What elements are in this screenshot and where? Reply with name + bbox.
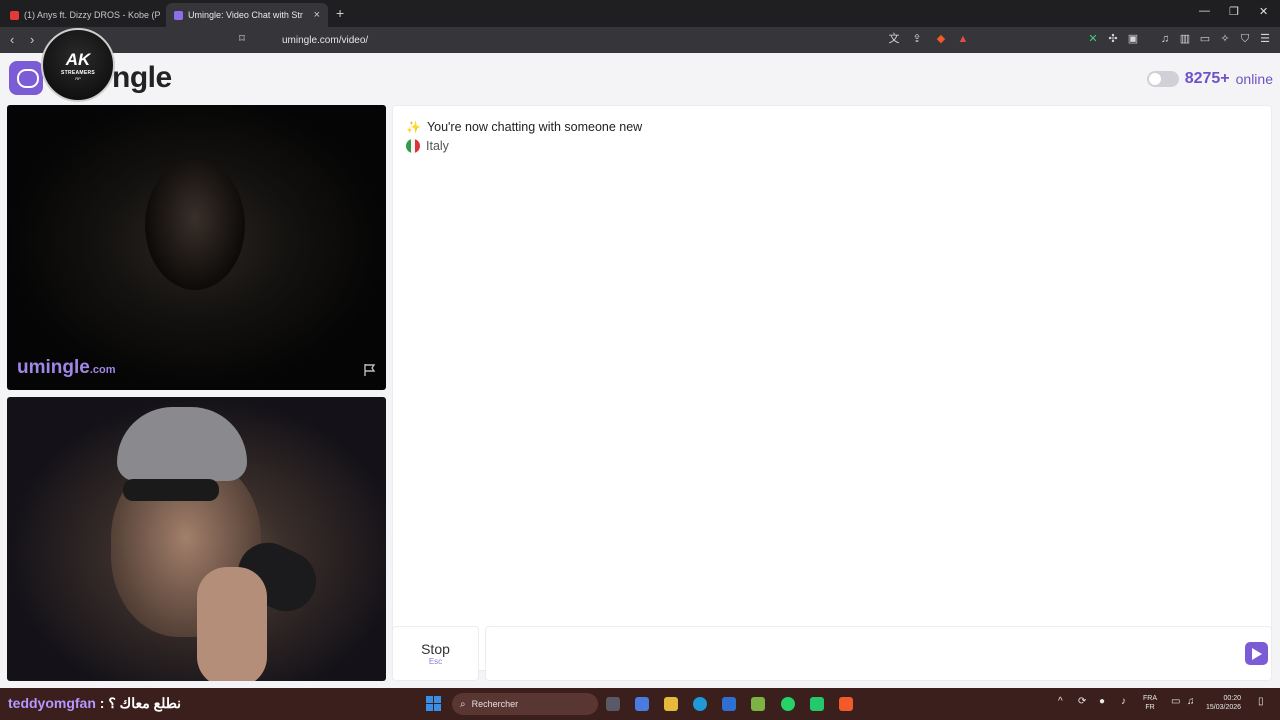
restore-window-icon[interactable]: ❐ — [1229, 5, 1239, 18]
app-icon[interactable] — [751, 697, 765, 711]
tab-music[interactable]: (1) Anys ft. Dizzy DROS - Kobe (P — [2, 3, 164, 27]
self-hand — [197, 567, 267, 681]
bookmark-icon[interactable]: ⌑ — [236, 33, 248, 45]
message-text: You're now chatting with someone new — [426, 120, 643, 134]
stop-label: Stop — [421, 641, 450, 657]
chat-ticker: teddyomgfan : نطلع معاك ؟ — [8, 695, 181, 712]
lang-line2: FR — [1145, 704, 1155, 711]
vpn-icon[interactable]: ⛉ — [1239, 33, 1251, 45]
share-icon[interactable]: ⇪ — [911, 33, 923, 45]
stranger-video: umingle.com — [7, 105, 386, 390]
stop-button[interactable]: Stop Esc — [392, 626, 479, 681]
tab-umingle[interactable]: Umingle: Video Chat with Str × — [166, 3, 328, 27]
extension-icon[interactable]: ✕ — [1087, 33, 1099, 45]
online-count: 8275+ — [1184, 70, 1230, 87]
self-video — [7, 397, 386, 681]
url-text[interactable]: umingle.com/video/ — [282, 35, 368, 46]
chat-log: ✨ You're now chatting with someone new I… — [392, 105, 1272, 671]
self-glasses — [123, 479, 219, 501]
video-brand-watermark: umingle.com — [17, 357, 116, 379]
badge-line2: RP — [75, 75, 81, 81]
message-input[interactable] — [485, 626, 1272, 681]
windows-start-icon[interactable] — [426, 696, 441, 711]
task-view-icon[interactable] — [606, 697, 620, 711]
clock-date: 15/03/2026 — [1206, 704, 1242, 711]
close-window-icon[interactable]: ✕ — [1259, 5, 1268, 18]
back-icon[interactable]: ‹ — [10, 32, 14, 47]
wallet-icon[interactable]: ▭ — [1199, 33, 1211, 45]
youtube-icon — [10, 10, 19, 20]
sparkle-icon: ✨ — [406, 120, 421, 134]
notification-icon[interactable]: ▯ — [1258, 696, 1264, 707]
translate-icon[interactable]: 文 — [888, 33, 900, 45]
stranger-face — [145, 160, 245, 290]
send-icon[interactable] — [1245, 642, 1268, 665]
sidebar-icon[interactable]: ▥ — [1179, 33, 1191, 45]
menu-icon[interactable]: ☰ — [1259, 33, 1271, 45]
streamer-badge: AK STREAMERS RP — [41, 28, 115, 102]
site-logo-text[interactable]: ngle — [112, 61, 172, 95]
edge-icon[interactable] — [693, 697, 707, 711]
extensions-puzzle-icon[interactable]: ✣ — [1107, 33, 1119, 45]
tab-label: (1) Anys ft. Dizzy DROS - Kobe (P — [24, 10, 161, 20]
system-message: ✨ You're now chatting with someone new — [406, 120, 642, 134]
brave-icon[interactable] — [839, 697, 853, 711]
online-label: online — [1235, 71, 1273, 87]
new-tab-button[interactable]: + — [336, 5, 344, 21]
umingle-favicon-icon — [174, 10, 183, 20]
language-indicator[interactable]: FRA FR — [1143, 694, 1157, 712]
clock-time: 00:20 — [1223, 695, 1242, 702]
brand-domain: .com — [89, 364, 116, 376]
forward-icon[interactable]: › — [30, 32, 34, 47]
brave-rewards-icon[interactable]: ▲ — [957, 33, 969, 45]
windows-taskbar: teddyomgfan : نطلع معاك ؟ ⌕ Rechercher ^… — [0, 688, 1280, 720]
lang-line1: FRA — [1143, 695, 1157, 702]
stop-shortcut: Esc — [428, 657, 443, 666]
umingle-page: ngle AK STREAMERS RP 8275+ online umingl… — [0, 28, 1280, 688]
minimize-window-icon[interactable]: — — [1199, 5, 1210, 17]
tab-label: Umingle: Video Chat with Str — [188, 10, 303, 20]
whatsapp-icon[interactable] — [781, 697, 795, 711]
clock[interactable]: 00:20 15/03/2026 — [1206, 694, 1241, 712]
wifi-icon[interactable]: ▭ — [1171, 696, 1180, 707]
online-indicator: 8275+ online — [1146, 70, 1273, 88]
search-icon: ⌕ — [460, 698, 466, 710]
tray-chevron-icon[interactable]: ^ — [1058, 696, 1063, 707]
theme-toggle[interactable] — [1146, 71, 1179, 87]
taskbar-search[interactable]: ⌕ Rechercher — [452, 693, 598, 715]
sync-icon[interactable]: ⟳ — [1078, 696, 1086, 707]
self-beanie — [117, 407, 247, 481]
media-icon[interactable]: ♫ — [1159, 33, 1171, 45]
italy-flag-icon — [406, 139, 420, 153]
app-tray-icon[interactable]: ● — [1099, 696, 1105, 707]
brave-shield-icon[interactable]: ◆ — [935, 33, 947, 45]
screenshot-icon[interactable]: ▣ — [1127, 33, 1139, 45]
app-2-icon[interactable] — [810, 697, 824, 711]
store-icon[interactable] — [722, 697, 736, 711]
address-bar[interactable]: umingle.com/video/ — [256, 30, 976, 50]
close-tab-icon[interactable]: × — [314, 9, 320, 21]
file-explorer-icon[interactable] — [664, 697, 678, 711]
umingle-logo-icon[interactable] — [9, 61, 43, 95]
browser-toolbar: ‹ › ⌑ umingle.com/video/ 文 ⇪ ◆ ▲ ✕ ✣ ▣ ♫… — [0, 27, 1280, 53]
brand-name: umingle — [17, 357, 90, 378]
report-flag-icon[interactable] — [363, 363, 377, 377]
ticker-message: : نطلع معاك ؟ — [95, 695, 182, 711]
ticker-username: teddyomgfan — [8, 695, 96, 711]
country-text: Italy — [426, 139, 449, 153]
copilot-icon[interactable] — [635, 697, 649, 711]
badge-title: AK — [65, 49, 91, 69]
browser-tabbar: (1) Anys ft. Dizzy DROS - Kobe (P Umingl… — [0, 0, 1280, 27]
country-message: Italy — [406, 139, 449, 153]
search-label: Rechercher — [471, 699, 519, 709]
volume-icon[interactable]: ♫ — [1187, 696, 1195, 707]
leo-ai-icon[interactable]: ✧ — [1219, 33, 1231, 45]
microphone-tray-icon[interactable]: ♪ — [1121, 696, 1126, 707]
